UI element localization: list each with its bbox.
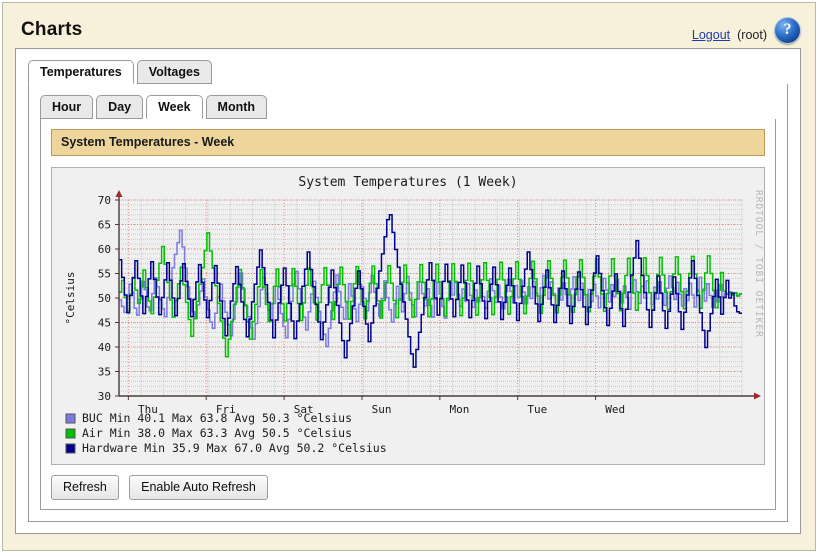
range-tabs: Hour Day Week Month <box>40 95 776 120</box>
tab-day[interactable]: Day <box>96 95 144 119</box>
refresh-button[interactable]: Refresh <box>51 475 119 500</box>
tab-temperatures[interactable]: Temperatures <box>28 60 134 84</box>
logout-link[interactable]: Logout <box>692 28 730 42</box>
svg-text:40: 40 <box>98 341 111 354</box>
svg-text:Wed: Wed <box>605 403 625 416</box>
tab-voltages[interactable]: Voltages <box>136 60 212 84</box>
svg-text:BUC Min 40.1 Max 63.8: BUC Min 40.1 Max 63.8 Avg 50.3 °Celsius <box>82 411 352 425</box>
svg-text:50: 50 <box>98 292 111 305</box>
svg-text:°Celsius: °Celsius <box>64 272 77 325</box>
svg-text:60: 60 <box>98 243 111 256</box>
tab-month[interactable]: Month <box>205 95 268 119</box>
svg-text:70: 70 <box>98 194 111 207</box>
page-title: Charts <box>21 19 83 40</box>
svg-text:35: 35 <box>98 366 111 379</box>
tab-week[interactable]: Week <box>146 95 203 119</box>
page-frame: Charts Logout (root) ? Temperatures Volt… <box>2 2 816 551</box>
svg-text:55: 55 <box>98 268 111 281</box>
header-user-area: Logout (root) ? <box>692 17 801 48</box>
primary-tabs: Temperatures Voltages <box>28 60 788 85</box>
system-temperatures-chart: System Temperatures (1 Week) 30 35 40 45 50 55… <box>64 175 764 455</box>
svg-text:30: 30 <box>98 390 111 403</box>
svg-text:45: 45 <box>98 317 111 330</box>
chart-actions: Refresh Enable Auto Refresh <box>51 475 275 500</box>
page-header: Charts Logout (root) ? <box>3 3 815 44</box>
section-banner: System Temperatures - Week <box>51 129 765 156</box>
tab-hour[interactable]: Hour <box>40 95 94 119</box>
enable-auto-refresh-button[interactable]: Enable Auto Refresh <box>129 475 268 500</box>
svg-text:Hardware Min 35.9 Max 67.0: Hardware Min 35.9 Max 67.0 Avg 50.2 °Cel… <box>82 441 387 455</box>
svg-text:Sun: Sun <box>372 403 392 416</box>
svg-text:Air Min 38.0 Max 63.3: Air Min 38.0 Max 63.3 Avg 50.5 °Celsius <box>82 426 352 440</box>
current-user-label: (root) <box>737 27 767 42</box>
svg-text:Mon: Mon <box>450 403 470 416</box>
temperatures-pane: Hour Day Week Month System Temperatures … <box>28 84 788 522</box>
svg-text:65: 65 <box>98 219 111 232</box>
help-icon[interactable]: ? <box>774 17 801 44</box>
help-icon-glyph: ? <box>783 21 792 38</box>
svg-text:RRDTOOL / TOBI OETIKER: RRDTOOL / TOBI OETIKER <box>753 190 764 338</box>
week-pane: System Temperatures - Week System Temper… <box>40 119 776 510</box>
svg-text:System Temperatures (1 Week): System Temperatures (1 Week) <box>298 175 517 190</box>
rrd-chart-panel: System Temperatures (1 Week) 30 35 40 45 50 55… <box>51 167 765 465</box>
content-panel: Temperatures Voltages Hour Day Week Mont… <box>15 48 801 534</box>
svg-text:Tue: Tue <box>527 403 547 416</box>
